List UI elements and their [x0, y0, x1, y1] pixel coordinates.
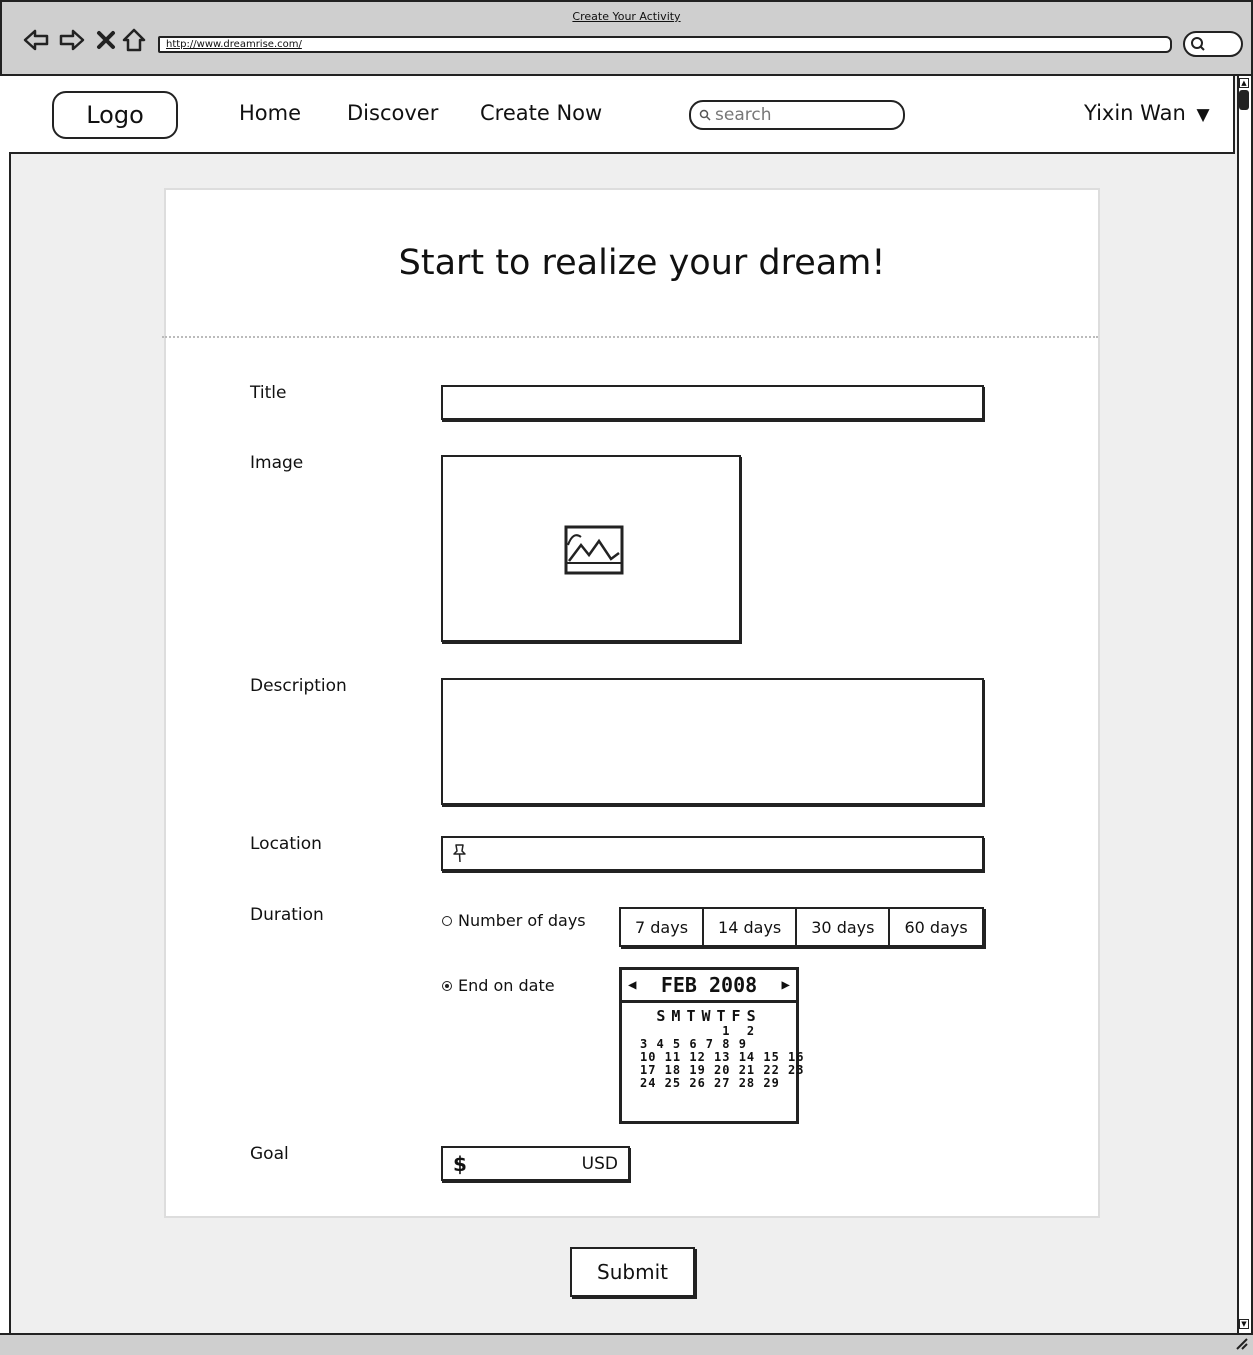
status-bar — [0, 1333, 1253, 1355]
radio-checked-icon — [442, 980, 452, 991]
search-input[interactable]: search — [689, 100, 905, 130]
forward-arrow-icon[interactable] — [58, 26, 86, 54]
stop-icon[interactable] — [92, 26, 120, 54]
next-month-icon[interactable]: ▶ — [782, 977, 790, 993]
day-choice-7[interactable]: 7 days — [621, 909, 705, 945]
number-of-days-radio[interactable]: Number of days — [442, 911, 586, 930]
goal-label: Goal — [250, 1144, 289, 1164]
description-label: Description — [250, 676, 347, 696]
day-choice-14[interactable]: 14 days — [704, 909, 798, 945]
calendar-header: ◀ FEB 2008 ▶ — [622, 970, 796, 1003]
goal-input[interactable]: $ USD — [441, 1146, 630, 1181]
day-choice-group: 7 days 14 days 30 days 60 days — [619, 907, 984, 947]
url-bar[interactable]: http://www.dreamrise.com/ — [158, 36, 1172, 53]
home-icon[interactable] — [120, 26, 148, 54]
number-of-days-label: Number of days — [458, 911, 586, 930]
currency-label: USD — [581, 1154, 618, 1174]
chevron-down-icon: ▼ — [1196, 105, 1210, 125]
submit-button[interactable]: Submit — [570, 1247, 695, 1297]
title-input[interactable] — [441, 385, 984, 420]
calendar-month: FEB 2008 — [660, 973, 758, 997]
calendar-week[interactable]: 24 25 26 27 28 29 — [622, 1077, 796, 1090]
divider — [162, 336, 1098, 338]
page-title: Start to realize your dream! — [398, 243, 886, 283]
search-placeholder: search — [715, 105, 772, 125]
nav-create-now-link[interactable]: Create Now — [480, 101, 602, 125]
browser-search-icon[interactable] — [1183, 31, 1243, 57]
image-placeholder-icon — [564, 525, 624, 575]
user-menu[interactable]: Yixin Wan ▼ — [1084, 101, 1210, 125]
description-textarea[interactable] — [441, 678, 984, 805]
nav-discover-link[interactable]: Discover — [347, 101, 438, 125]
duration-label: Duration — [250, 905, 324, 925]
pin-icon — [453, 844, 466, 863]
search-icon — [699, 109, 711, 121]
scroll-down-arrow-icon[interactable]: ▼ — [1239, 1319, 1249, 1329]
scroll-up-arrow-icon[interactable]: ▲ — [1239, 78, 1249, 88]
day-choice-60[interactable]: 60 days — [890, 909, 981, 945]
scroll-thumb[interactable] — [1239, 90, 1249, 110]
dollar-icon: $ — [453, 1152, 467, 1176]
prev-month-icon[interactable]: ◀ — [628, 977, 636, 993]
date-picker[interactable]: ◀ FEB 2008 ▶ SMTWTFS 1 2 3 4 5 6 7 8 9 1… — [619, 967, 804, 1124]
end-on-date-radio[interactable]: End on date — [442, 976, 555, 995]
logo-button[interactable]: Logo — [52, 91, 178, 139]
nav-home-link[interactable]: Home — [239, 101, 301, 125]
location-input[interactable] — [441, 836, 984, 871]
back-arrow-icon[interactable] — [22, 26, 50, 54]
vertical-scrollbar[interactable] — [1237, 76, 1253, 1333]
end-on-date-label: End on date — [458, 976, 555, 995]
radio-unchecked-icon — [442, 915, 452, 926]
user-name: Yixin Wan — [1084, 101, 1186, 125]
calendar-weekdays: SMTWTFS — [656, 1007, 762, 1025]
resize-grip-icon[interactable] — [1235, 1337, 1249, 1351]
title-label: Title — [250, 383, 287, 403]
location-label: Location — [250, 834, 322, 854]
image-label: Image — [250, 453, 304, 473]
site-header — [9, 76, 1235, 154]
window-title: Create Your Activity — [572, 10, 681, 23]
day-choice-30[interactable]: 30 days — [797, 909, 891, 945]
image-upload[interactable] — [441, 455, 741, 642]
